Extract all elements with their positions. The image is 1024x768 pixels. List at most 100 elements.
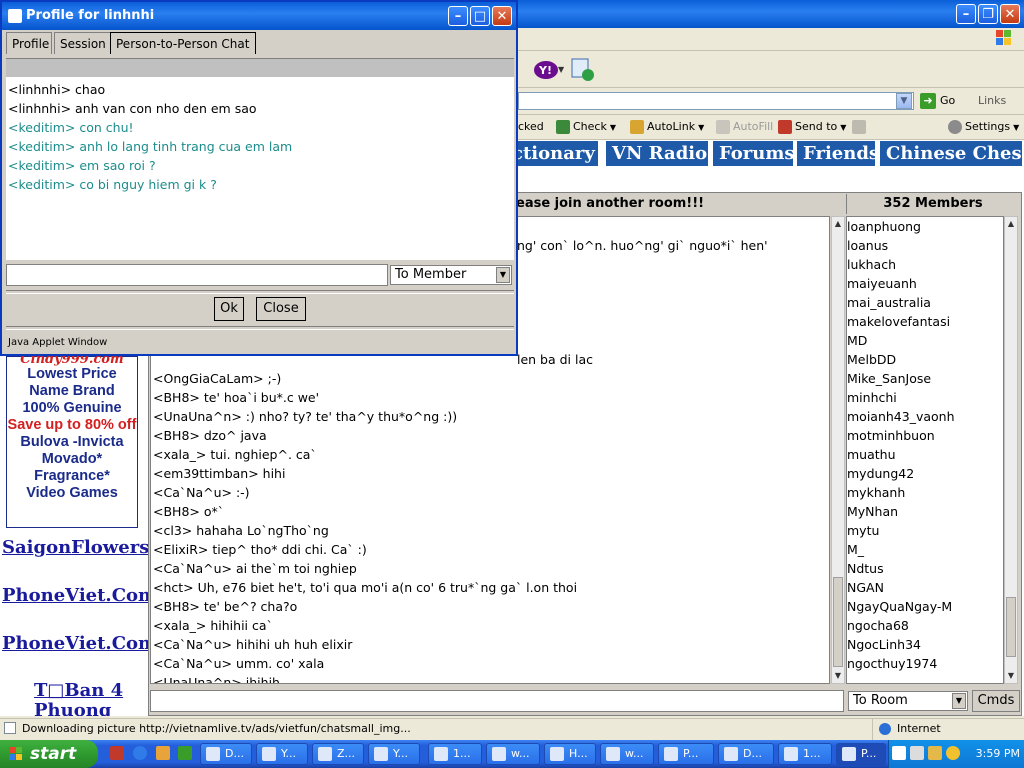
nav-chinese-chess[interactable]: Chinese Chess	[880, 141, 1024, 166]
yahoo-icon[interactable]: Y! ▼	[534, 59, 564, 81]
ie-quicklaunch-icon[interactable]	[133, 746, 147, 760]
taskbar-item[interactable]: P...	[658, 743, 714, 765]
member-item[interactable]: maiyeuanh	[847, 274, 917, 293]
member-item[interactable]: NgocLinh34	[847, 635, 921, 654]
minimize-icon[interactable]: –	[448, 6, 468, 26]
links-label[interactable]: Links	[978, 94, 1006, 107]
chat-scrollbar[interactable]: ▲ ▼	[831, 216, 845, 684]
globe-icon	[879, 723, 891, 735]
tab-person-to-person-chat[interactable]: Person-to-Person Chat	[110, 32, 256, 54]
autofill-button[interactable]: AutoFill	[716, 119, 773, 135]
saigonflowers-link[interactable]: SaigonFlowers.c	[2, 537, 167, 558]
nav-friends[interactable]: Friends	[797, 141, 879, 166]
maximize-icon[interactable]: □	[470, 6, 490, 26]
taskbar-item-label: Y...	[393, 747, 408, 760]
quicklaunch-app-icon-3[interactable]	[178, 746, 192, 760]
cindy-ad-banner[interactable]: Cindy999.com Lowest Price Name Brand 100% …	[6, 353, 138, 528]
close-icon[interactable]: ✕	[1000, 4, 1020, 24]
member-item[interactable]: motminhbuon	[847, 426, 935, 445]
chevron-down-icon[interactable]: ▼	[496, 267, 510, 283]
send-target-select[interactable]: To Room ▼	[848, 691, 968, 711]
close-icon[interactable]: ✕	[492, 6, 512, 26]
private-message-input[interactable]	[6, 264, 388, 286]
taskbar-item[interactable]: Y...	[256, 743, 308, 765]
address-dropdown-icon[interactable]: ▼	[896, 93, 912, 109]
member-item[interactable]: Ndtus	[847, 559, 884, 578]
taskbar-item[interactable]: H...	[544, 743, 596, 765]
member-item[interactable]: Mike_SanJose	[847, 369, 931, 388]
quicklaunch-app-icon[interactable]	[110, 746, 124, 760]
members-list[interactable]: loanphuong loanus lukhach maiyeuanh mai_aust…	[846, 216, 1004, 684]
restore-icon[interactable]: ❐	[978, 4, 998, 24]
chat-message-input[interactable]	[150, 690, 844, 712]
messenger-icon[interactable]	[570, 57, 598, 83]
address-input[interactable]	[518, 92, 914, 110]
taskbar-item[interactable]: D...	[200, 743, 252, 765]
taskbar-item-label: D...	[225, 747, 244, 760]
dialog-titlebar[interactable]: Profile for linhnhi – □ ✕	[2, 2, 516, 30]
nav-forums[interactable]: Forums	[713, 141, 795, 166]
member-item[interactable]: MD	[847, 331, 867, 350]
toban-link[interactable]: T□Ban 4	[34, 680, 123, 701]
tab-session[interactable]: Session	[54, 32, 112, 54]
phoneviet-link-2[interactable]: PhoneViet.Com	[2, 633, 157, 654]
settings-button[interactable]: Settings ▼	[948, 119, 1019, 136]
member-item[interactable]: ngocha68	[847, 616, 909, 635]
ok-button[interactable]: Ok	[214, 297, 244, 321]
member-item[interactable]: NGAN	[847, 578, 884, 597]
check-button[interactable]: Check ▼	[556, 119, 616, 136]
member-item[interactable]: M_	[847, 540, 864, 559]
member-item[interactable]: moianh43_vaonh	[847, 407, 955, 426]
taskbar-item[interactable]: 1...	[428, 743, 482, 765]
autolink-button[interactable]: AutoLink ▼	[630, 119, 704, 136]
taskbar-item[interactable]: D...	[718, 743, 774, 765]
scroll-up-icon[interactable]: ▲	[833, 219, 843, 229]
go-button[interactable]: ➜ Go	[920, 92, 955, 110]
member-item[interactable]: makelovefantasi	[847, 312, 950, 331]
taskbar-item[interactable]: 1...	[778, 743, 832, 765]
member-item[interactable]: lukhach	[847, 255, 896, 274]
member-item[interactable]: ngocthuy1974	[847, 654, 937, 673]
tray-smiley-icon[interactable]	[946, 746, 960, 760]
cmds-button[interactable]: Cmds	[972, 690, 1020, 712]
member-item[interactable]: MelbDD	[847, 350, 896, 369]
taskbar-item[interactable]: w...	[600, 743, 654, 765]
taskbar-item[interactable]: Z...	[312, 743, 364, 765]
nav-dictionary[interactable]: ctionary	[512, 141, 598, 166]
member-item[interactable]: loanphuong	[847, 217, 921, 236]
google-tool-0[interactable]: cked	[518, 119, 544, 135]
scroll-down-icon[interactable]: ▼	[1006, 671, 1016, 681]
member-item[interactable]: loanus	[847, 236, 888, 255]
member-item[interactable]: NgayQuaNgay-M	[847, 597, 952, 616]
private-send-target-select[interactable]: To Member ▼	[390, 265, 512, 285]
chevron-down-icon[interactable]: ▼	[952, 693, 966, 709]
taskbar-item[interactable]: Y...	[368, 743, 420, 765]
close-button[interactable]: Close	[256, 297, 306, 321]
member-item[interactable]: mytu	[847, 521, 879, 540]
member-item[interactable]: mydung42	[847, 464, 914, 483]
member-item[interactable]: MyNhan	[847, 502, 898, 521]
scroll-thumb[interactable]	[833, 577, 843, 667]
phuong-link[interactable]: Phuong	[34, 700, 111, 716]
minimize-icon[interactable]: –	[956, 4, 976, 24]
member-item[interactable]: minhchi	[847, 388, 897, 407]
private-chat-log[interactable]: <linhnhi> chao <linhnhi> anh van con nho …	[6, 78, 514, 260]
scroll-up-icon[interactable]: ▲	[1006, 219, 1016, 229]
taskbar-item[interactable]: P...	[836, 743, 886, 765]
scroll-thumb[interactable]	[1006, 597, 1016, 657]
members-scrollbar[interactable]: ▲ ▼	[1004, 216, 1018, 684]
phoneviet-link-1[interactable]: PhoneViet.Com	[2, 585, 157, 606]
member-item[interactable]: mykhanh	[847, 483, 905, 502]
scroll-down-icon[interactable]: ▼	[833, 671, 843, 681]
member-item[interactable]: mai_australia	[847, 293, 931, 312]
tab-profile[interactable]: Profile	[6, 32, 52, 54]
taskbar-item[interactable]: w...	[486, 743, 540, 765]
tray-app-icon-2[interactable]	[928, 746, 942, 760]
tray-app-icon-1[interactable]	[910, 746, 924, 760]
quicklaunch-app-icon-2[interactable]	[156, 746, 170, 760]
tray-chevron-icon[interactable]	[892, 746, 906, 760]
highlight-button[interactable]	[852, 119, 869, 135]
nav-vn-radio[interactable]: VN Radio	[606, 141, 708, 166]
member-item[interactable]: muathu	[847, 445, 896, 464]
sendto-button[interactable]: Send to ▼	[778, 119, 846, 136]
